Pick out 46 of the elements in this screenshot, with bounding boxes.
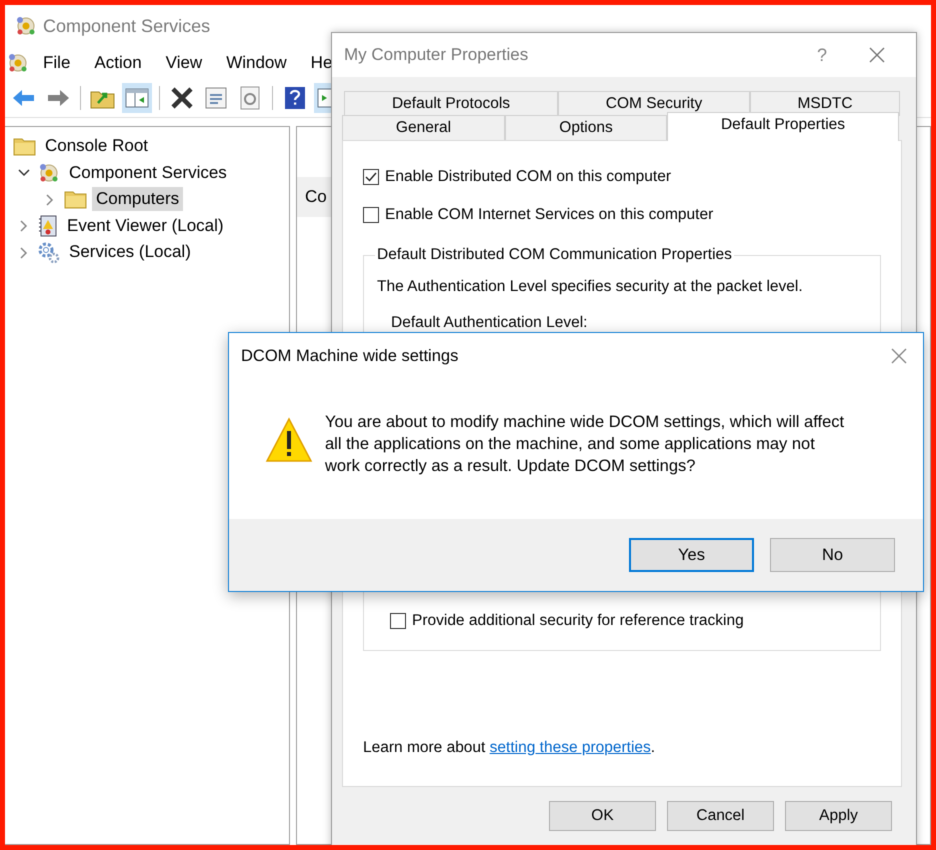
dialog-title: DCOM Machine wide settings (241, 346, 458, 364)
app-menu-icon (7, 52, 29, 74)
tab[interactable]: Options (505, 115, 667, 140)
menu-item[interactable]: Window (214, 53, 299, 73)
dialog-button[interactable]: OK (549, 801, 656, 831)
dialog-button[interactable]: No (770, 538, 895, 572)
checkbox[interactable] (363, 169, 379, 185)
tree-pane-icon[interactable] (122, 83, 152, 113)
dialog-button[interactable]: Cancel (667, 801, 774, 831)
tab[interactable]: General (342, 115, 505, 140)
tree-item[interactable]: Console Root (41, 134, 152, 158)
group-title: Default Distributed COM Communication Properties (377, 246, 732, 263)
check-icon (364, 170, 378, 184)
checkbox[interactable] (390, 613, 406, 629)
app-icon (15, 15, 37, 37)
help-link[interactable]: setting these properties (490, 739, 651, 756)
learn-more-text: Learn more about setting these properties. (363, 739, 656, 756)
field-label: Default Authentication Level: (391, 314, 588, 331)
menu-item[interactable]: View (154, 53, 214, 73)
dialog-button[interactable]: Apply (785, 801, 892, 831)
dialog-title: My Computer Properties (344, 45, 528, 64)
tab[interactable]: COM Security (558, 91, 750, 116)
window-title: Component Services (43, 16, 210, 36)
tab[interactable]: Default Protocols (344, 91, 558, 116)
tree-item[interactable]: Event Viewer (Local) (63, 214, 228, 238)
close-icon[interactable] (869, 47, 885, 63)
app-icon (38, 162, 60, 184)
help-button[interactable]: ? (792, 44, 852, 66)
tree-item[interactable]: Services (Local) (65, 240, 195, 264)
close-icon[interactable] (891, 348, 907, 364)
tree-item[interactable]: Component Services (65, 160, 231, 185)
tab[interactable]: Default Properties (667, 112, 899, 141)
menu-item[interactable]: Action (82, 53, 154, 73)
checkbox-label[interactable]: Enable Distributed COM on this computer (385, 168, 672, 186)
warning-icon (265, 417, 313, 463)
gears-icon (38, 241, 60, 264)
warning-message: You are about to modify machine wide DCOM settings, which will affect all the applications on the machine, and some applications may not work correctly as a result. Update DCOM settings? (325, 412, 846, 477)
dialog-button[interactable]: Yes (629, 538, 754, 572)
tree-item[interactable]: Computers (92, 187, 184, 212)
checkbox-label[interactable]: Provide additional security for reference tracking (412, 612, 744, 630)
checkbox-label[interactable]: Enable COM Internet Services on this computer (385, 206, 714, 224)
pane-heading: Co (305, 187, 327, 206)
checkbox[interactable] (363, 207, 379, 223)
group-description: The Authentication Level specifies security at the packet level. (377, 278, 803, 295)
menu-item[interactable]: File (31, 53, 82, 73)
event-log-icon (38, 214, 58, 237)
